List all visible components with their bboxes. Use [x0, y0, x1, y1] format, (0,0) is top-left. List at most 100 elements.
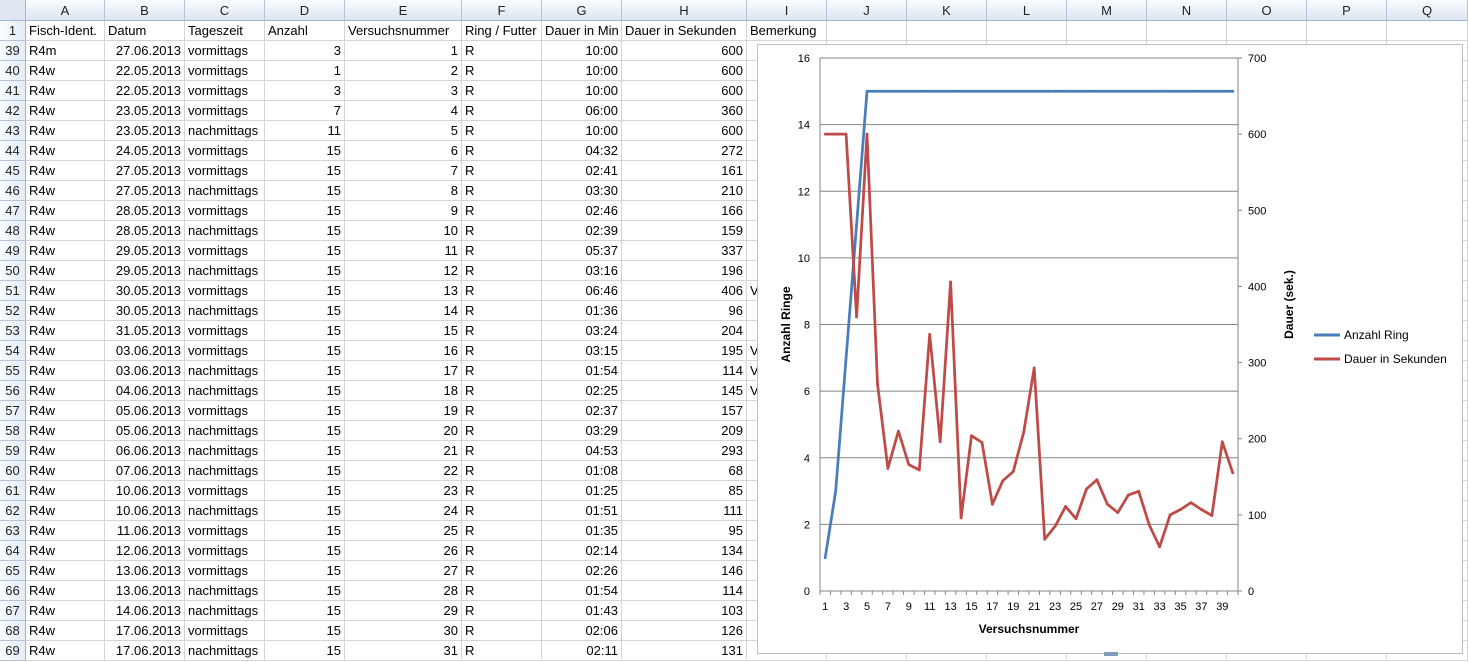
header-cell[interactable]: Dauer in Sekunden — [622, 21, 747, 41]
cell-min[interactable]: 02:41 — [542, 161, 622, 181]
column-header-P[interactable]: P — [1307, 0, 1387, 21]
cell-versuch[interactable]: 17 — [345, 361, 462, 381]
cell-versuch[interactable]: 24 — [345, 501, 462, 521]
cell-ring[interactable]: R — [462, 141, 542, 161]
cell-sek[interactable]: 209 — [622, 421, 747, 441]
cell-zeit[interactable]: nachmittags — [185, 181, 265, 201]
cell-sek[interactable]: 210 — [622, 181, 747, 201]
cell-ring[interactable]: R — [462, 221, 542, 241]
cell-ring[interactable]: R — [462, 321, 542, 341]
cell-datum[interactable]: 10.06.2013 — [105, 501, 185, 521]
cell-fisch[interactable]: R4w — [26, 281, 105, 301]
cell-anzahl[interactable]: 15 — [265, 481, 345, 501]
cell-ring[interactable]: R — [462, 261, 542, 281]
cell-anzahl[interactable]: 15 — [265, 361, 345, 381]
cell-zeit[interactable]: nachmittags — [185, 221, 265, 241]
cell-fisch[interactable]: R4w — [26, 161, 105, 181]
row-header-54[interactable]: 54 — [0, 341, 26, 361]
column-header-A[interactable]: A — [26, 0, 105, 21]
cell-versuch[interactable]: 29 — [345, 601, 462, 621]
row-header-53[interactable]: 53 — [0, 321, 26, 341]
cell-ring[interactable]: R — [462, 561, 542, 581]
cell-anzahl[interactable]: 15 — [265, 341, 345, 361]
cell-zeit[interactable]: vormittags — [185, 281, 265, 301]
row-header-51[interactable]: 51 — [0, 281, 26, 301]
row-header-57[interactable]: 57 — [0, 401, 26, 421]
cell-versuch[interactable]: 6 — [345, 141, 462, 161]
row-header-47[interactable]: 47 — [0, 201, 26, 221]
column-header-B[interactable]: B — [105, 0, 185, 21]
cell-ring[interactable]: R — [462, 81, 542, 101]
cell-ring[interactable]: R — [462, 181, 542, 201]
cell-ring[interactable]: R — [462, 381, 542, 401]
cell-anzahl[interactable]: 7 — [265, 101, 345, 121]
column-header-Q[interactable]: Q — [1387, 0, 1468, 21]
cell-datum[interactable]: 14.06.2013 — [105, 601, 185, 621]
cell-min[interactable]: 03:29 — [542, 421, 622, 441]
cell-datum[interactable]: 17.06.2013 — [105, 621, 185, 641]
column-header-M[interactable]: M — [1067, 0, 1147, 21]
cell-datum[interactable]: 11.06.2013 — [105, 521, 185, 541]
row-header-48[interactable]: 48 — [0, 221, 26, 241]
row-header-67[interactable]: 67 — [0, 601, 26, 621]
cell-sek[interactable]: 600 — [622, 61, 747, 81]
row-header-49[interactable]: 49 — [0, 241, 26, 261]
cell-min[interactable]: 01:35 — [542, 521, 622, 541]
cell-versuch[interactable]: 4 — [345, 101, 462, 121]
cell-anzahl[interactable]: 15 — [265, 421, 345, 441]
header-cell[interactable]: Ring / Futter — [462, 21, 542, 41]
row-header-63[interactable]: 63 — [0, 521, 26, 541]
cell-datum[interactable]: 13.06.2013 — [105, 561, 185, 581]
cell-fisch[interactable]: R4w — [26, 601, 105, 621]
header-cell[interactable]: Anzahl — [265, 21, 345, 41]
cell-anzahl[interactable]: 15 — [265, 221, 345, 241]
header-cell[interactable]: Versuchsnummer — [345, 21, 462, 41]
row-header-46[interactable]: 46 — [0, 181, 26, 201]
cell-datum[interactable]: 05.06.2013 — [105, 401, 185, 421]
cell-zeit[interactable]: nachmittags — [185, 361, 265, 381]
row-header-52[interactable]: 52 — [0, 301, 26, 321]
column-header-L[interactable]: L — [987, 0, 1067, 21]
cell-min[interactable]: 02:46 — [542, 201, 622, 221]
cell-fisch[interactable]: R4w — [26, 341, 105, 361]
cell-zeit[interactable]: vormittags — [185, 561, 265, 581]
cell-versuch[interactable]: 11 — [345, 241, 462, 261]
cell-min[interactable]: 02:39 — [542, 221, 622, 241]
cell-versuch[interactable]: 28 — [345, 581, 462, 601]
cell-min[interactable]: 01:51 — [542, 501, 622, 521]
cell-zeit[interactable]: nachmittags — [185, 441, 265, 461]
cell-min[interactable]: 02:06 — [542, 621, 622, 641]
cell-min[interactable]: 02:26 — [542, 561, 622, 581]
cell-fisch[interactable]: R4w — [26, 421, 105, 441]
cell-zeit[interactable]: vormittags — [185, 241, 265, 261]
cell-sek[interactable]: 95 — [622, 521, 747, 541]
cell-ring[interactable]: R — [462, 621, 542, 641]
cell-anzahl[interactable]: 15 — [265, 381, 345, 401]
cell-sek[interactable]: 68 — [622, 461, 747, 481]
cell-min[interactable]: 04:53 — [542, 441, 622, 461]
cell-datum[interactable]: 30.05.2013 — [105, 301, 185, 321]
cell-datum[interactable]: 31.05.2013 — [105, 321, 185, 341]
cell-anzahl[interactable]: 15 — [265, 621, 345, 641]
cell-versuch[interactable]: 15 — [345, 321, 462, 341]
cell-min[interactable]: 02:14 — [542, 541, 622, 561]
cell-versuch[interactable]: 27 — [345, 561, 462, 581]
cell-versuch[interactable]: 30 — [345, 621, 462, 641]
row-header-65[interactable]: 65 — [0, 561, 26, 581]
cell-sek[interactable]: 134 — [622, 541, 747, 561]
cell-min[interactable]: 02:11 — [542, 641, 622, 661]
cell-anzahl[interactable]: 15 — [265, 401, 345, 421]
header-cell[interactable]: Bemerkung — [747, 21, 827, 41]
cell-datum[interactable]: 03.06.2013 — [105, 341, 185, 361]
cell-datum[interactable]: 24.05.2013 — [105, 141, 185, 161]
cell-anzahl[interactable]: 15 — [265, 241, 345, 261]
cell-versuch[interactable]: 18 — [345, 381, 462, 401]
cell-min[interactable]: 02:37 — [542, 401, 622, 421]
cell-ring[interactable]: R — [462, 481, 542, 501]
cell-fisch[interactable]: R4w — [26, 81, 105, 101]
cell-fisch[interactable]: R4w — [26, 381, 105, 401]
cell-anzahl[interactable]: 15 — [265, 261, 345, 281]
cell-sek[interactable]: 146 — [622, 561, 747, 581]
select-all-corner[interactable] — [0, 0, 26, 21]
chart-resize-handle-bottom[interactable] — [1104, 652, 1118, 656]
